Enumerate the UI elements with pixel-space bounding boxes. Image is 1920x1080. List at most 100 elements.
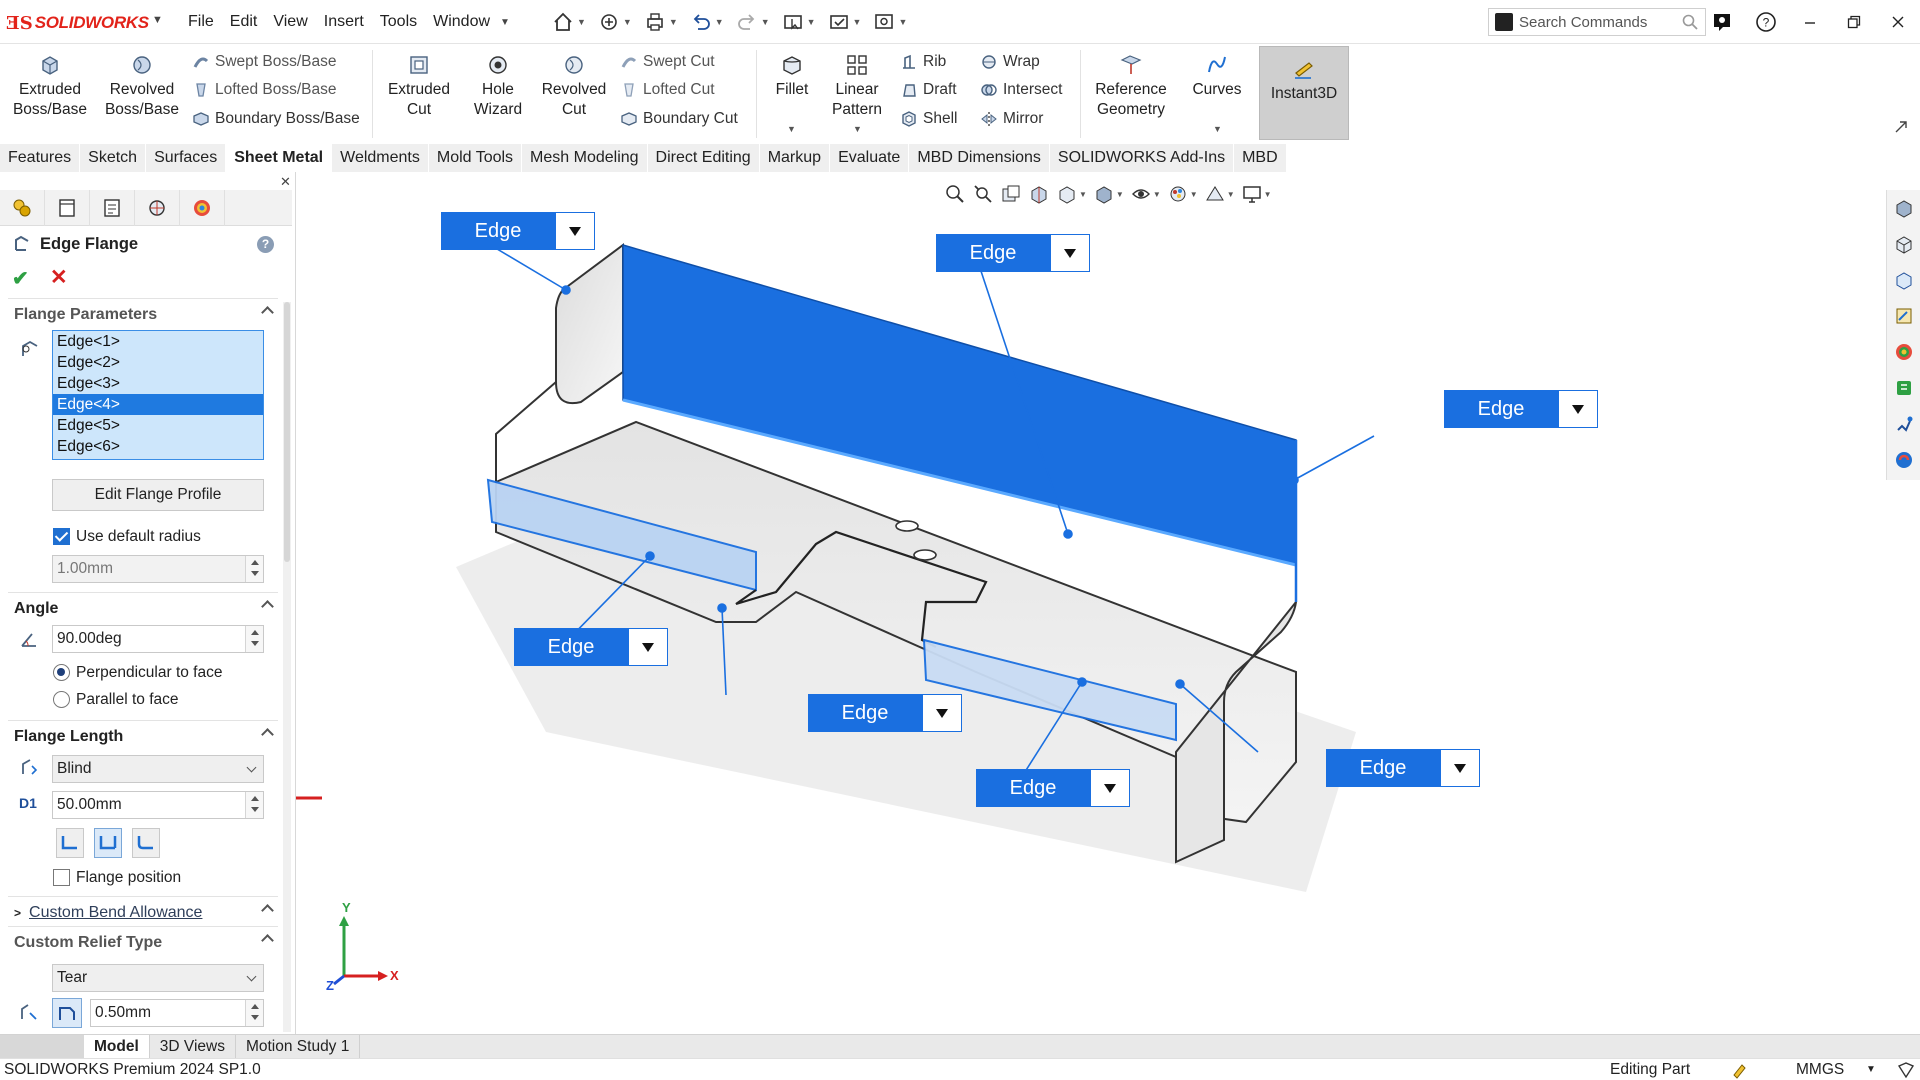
restore-button[interactable] (1832, 0, 1876, 44)
tab-surfaces[interactable]: Surfaces (146, 144, 227, 172)
tab-3d-views[interactable]: 3D Views (150, 1034, 236, 1059)
tab-scroll-arrows[interactable] (0, 1034, 84, 1059)
task-3dexperience[interactable] (1887, 442, 1920, 478)
linear-pattern-dropdown-icon[interactable]: ▼ (853, 124, 862, 134)
cancel-button[interactable]: ✕ (50, 265, 68, 290)
redo-button[interactable]: ▼ (732, 11, 774, 33)
view-orientation-button[interactable]: ▼ (1056, 183, 1087, 205)
search-commands-box[interactable]: Search Commands (1488, 8, 1706, 36)
spin-arrows-icon[interactable] (245, 1000, 263, 1026)
tab-mesh-modeling[interactable]: Mesh Modeling (522, 144, 648, 172)
instant3d-button[interactable]: Instant3D (1259, 46, 1349, 140)
hole-wizard-button[interactable]: Hole Wizard (466, 52, 530, 120)
bend-radius-field[interactable]: 1.00mm (52, 555, 264, 583)
view-settings-button[interactable]: ▼ (1241, 183, 1272, 205)
edge-callout[interactable]: Edge (1444, 390, 1598, 428)
tab-mbd-dimensions[interactable]: MBD Dimensions (909, 144, 1050, 172)
sheet-metal-model[interactable] (296, 172, 1920, 1034)
rip-button[interactable] (52, 998, 82, 1028)
collapse-icon[interactable] (261, 934, 274, 947)
list-item[interactable]: Edge<1> (53, 331, 263, 352)
inner-virtual-sharp-button[interactable] (94, 828, 122, 858)
solidworks-logo[interactable]: ƎS SOLIDWORKS (6, 11, 149, 35)
list-item[interactable]: Edge<2> (53, 352, 263, 373)
list-item[interactable]: Edge<3> (53, 373, 263, 394)
curves-button[interactable]: Curves (1186, 52, 1248, 100)
edit-appearance-button[interactable]: ▼ (1167, 183, 1198, 205)
extruded-boss-button[interactable]: Extruded Boss/Base (10, 52, 90, 120)
task-file-explorer[interactable] (1887, 262, 1920, 298)
collapse-icon[interactable] (261, 306, 274, 319)
help-button[interactable]: ? (1744, 0, 1788, 44)
spin-arrows-icon[interactable] (245, 556, 263, 582)
edit-flange-profile-button[interactable]: Edit Flange Profile (52, 479, 264, 511)
callout-dropdown-icon[interactable] (1440, 749, 1480, 787)
callout-dropdown-icon[interactable] (922, 694, 962, 732)
fillet-dropdown-icon[interactable]: ▼ (787, 124, 796, 134)
graphics-area[interactable]: Y Edge Edge Edge Edge Edge Edge Edge (296, 172, 1920, 1034)
task-appearances[interactable] (1887, 334, 1920, 370)
callout-dropdown-icon[interactable] (1090, 769, 1130, 807)
menu-file[interactable]: File (180, 13, 222, 31)
edge-callout[interactable]: Edge (808, 694, 962, 732)
edge-callout[interactable]: Edge (976, 769, 1130, 807)
tab-direct-editing[interactable]: Direct Editing (647, 144, 760, 172)
list-item[interactable]: Edge<5> (53, 415, 263, 436)
customize-status-icon[interactable] (1896, 1060, 1916, 1080)
menu-tools[interactable]: Tools (372, 13, 425, 31)
display-manager-tab[interactable] (180, 190, 225, 226)
panel-scrollbar[interactable] (283, 302, 291, 1032)
zoom-to-fit-button[interactable] (944, 183, 966, 205)
lofted-cut-button[interactable]: Lofted Cut (620, 78, 715, 102)
left-end-flange[interactable] (555, 243, 624, 404)
rebuild-button[interactable]: ▼ (824, 11, 866, 33)
edge-callout[interactable]: Edge (936, 234, 1090, 272)
callout-dropdown-icon[interactable] (628, 628, 668, 666)
minimize-button[interactable] (1788, 0, 1832, 44)
tab-mbd[interactable]: MBD (1234, 144, 1287, 172)
task-custom-properties[interactable] (1887, 370, 1920, 406)
angle-field[interactable]: 90.00deg (52, 625, 264, 653)
callout-dropdown-icon[interactable] (1050, 234, 1090, 272)
callout-dropdown-icon[interactable] (1558, 390, 1598, 428)
tab-solidworks-add-ins[interactable]: SOLIDWORKS Add-Ins (1049, 144, 1235, 172)
task-solidworks-resources[interactable] (1887, 190, 1920, 226)
draft-button[interactable]: Draft (900, 78, 957, 102)
end-condition-select[interactable]: Blind (52, 755, 264, 783)
close-button[interactable] (1876, 0, 1920, 44)
callout-dropdown-icon[interactable] (555, 212, 595, 250)
configuration-manager-tab[interactable] (90, 190, 135, 226)
revolved-cut-button[interactable]: Revolved Cut (536, 52, 612, 120)
edge-callout[interactable]: Edge (441, 212, 595, 250)
list-item[interactable]: Edge<6> (53, 436, 263, 457)
swept-cut-button[interactable]: Swept Cut (620, 50, 715, 74)
custom-relief-type-section[interactable]: Custom Relief Type (0, 928, 282, 958)
revolved-boss-button[interactable]: Revolved Boss/Base (100, 52, 184, 120)
tab-sheet-metal[interactable]: Sheet Metal (226, 144, 333, 172)
tab-weldments[interactable]: Weldments (332, 144, 429, 172)
flange-length-field[interactable]: 50.00mm (52, 791, 264, 819)
options-button[interactable]: ▼ (869, 11, 911, 33)
collapse-icon[interactable] (261, 728, 274, 741)
extruded-cut-button[interactable]: Extruded Cut (380, 52, 458, 120)
outer-virtual-sharp-button[interactable] (56, 828, 84, 858)
task-solidworks-forum[interactable] (1887, 406, 1920, 442)
boundary-cut-button[interactable]: Boundary Cut (620, 107, 738, 131)
home-button[interactable]: ▼ (548, 11, 590, 33)
collapse-icon[interactable] (261, 904, 274, 917)
reverse-direction-icon[interactable] (18, 756, 40, 778)
rebuild-status-icon[interactable] (1730, 1060, 1750, 1080)
shell-button[interactable]: Shell (900, 107, 957, 131)
zoom-area-button[interactable] (972, 183, 994, 205)
edge-selection-list[interactable]: Edge<1> Edge<2> Edge<3> Edge<4> Edge<5> … (52, 330, 264, 460)
apply-scene-button[interactable]: ▼ (1204, 183, 1235, 205)
angle-section[interactable]: Angle (0, 594, 282, 624)
hide-show-button[interactable]: ▼ (1130, 183, 1161, 205)
rib-button[interactable]: Rib (900, 50, 946, 74)
property-manager-tab[interactable] (45, 190, 90, 226)
use-default-radius-checkbox[interactable] (53, 528, 70, 545)
linear-pattern-button[interactable]: Linear Pattern (826, 52, 888, 120)
scrollbar-thumb[interactable] (284, 302, 290, 562)
list-item-selected[interactable]: Edge<4> (53, 394, 263, 415)
undo-button[interactable]: ▼ (686, 11, 728, 33)
